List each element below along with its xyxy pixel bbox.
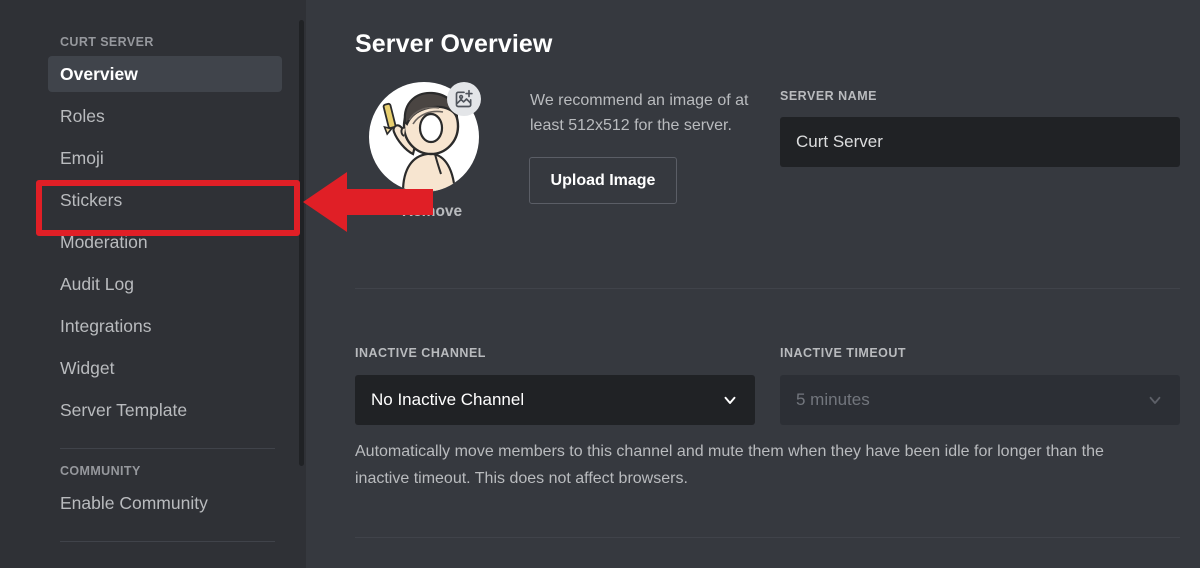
inactive-helper-text: Automatically move members to this chann… bbox=[355, 443, 1104, 487]
add-image-glyph bbox=[455, 89, 473, 108]
sidebar-item-emoji[interactable]: Emoji bbox=[48, 140, 282, 176]
server-name-input[interactable] bbox=[780, 117, 1180, 167]
sidebar-item-label: Integrations bbox=[60, 316, 152, 336]
sidebar-item-widget[interactable]: Widget bbox=[48, 350, 282, 386]
sidebar-section-header-community: COMMUNITY bbox=[60, 464, 141, 478]
sidebar-item-label: Overview bbox=[60, 64, 138, 84]
sidebar-item-enable-community[interactable]: Enable Community bbox=[48, 485, 282, 521]
sidebar-item-label: Server Template bbox=[60, 400, 188, 420]
inactive-timeout-select: 5 minutes bbox=[780, 375, 1180, 425]
sidebar-scrollbar[interactable] bbox=[299, 20, 304, 466]
sidebar-item-label: Widget bbox=[60, 358, 115, 378]
sidebar-item-label: Stickers bbox=[60, 190, 123, 210]
sidebar-item-overview[interactable]: Overview bbox=[48, 56, 282, 92]
inactive-channel-label: INACTIVE CHANNEL bbox=[355, 346, 486, 360]
server-icon-block: Remove bbox=[355, 82, 495, 221]
chevron-down-icon bbox=[1146, 391, 1164, 409]
sidebar-item-label: Emoji bbox=[60, 148, 104, 168]
server-icon-wrap[interactable] bbox=[369, 82, 481, 192]
page-title: Server Overview bbox=[355, 30, 553, 58]
server-name-label: SERVER NAME bbox=[780, 89, 877, 103]
remove-icon-link[interactable]: Remove bbox=[369, 203, 495, 221]
settings-main-panel: Server Overview Remove We recommend an i… bbox=[306, 0, 1200, 568]
section-divider-bottom bbox=[355, 537, 1180, 538]
sidebar-item-label: Roles bbox=[60, 106, 105, 126]
sidebar-item-server-template[interactable]: Server Template bbox=[48, 392, 282, 428]
add-image-icon[interactable] bbox=[447, 82, 481, 116]
sidebar-divider-bottom bbox=[60, 541, 275, 542]
upload-image-button[interactable]: Upload Image bbox=[529, 157, 677, 204]
inactive-timeout-value: 5 minutes bbox=[796, 390, 870, 409]
settings-sidebar: CURT SERVER Overview Roles Emoji Sticker… bbox=[0, 0, 306, 568]
inactive-channel-value: No Inactive Channel bbox=[371, 390, 525, 409]
sidebar-item-label: Enable Community bbox=[60, 493, 208, 513]
sidebar-item-stickers[interactable]: Stickers bbox=[48, 182, 282, 218]
section-divider-top bbox=[355, 288, 1180, 289]
sidebar-item-roles[interactable]: Roles bbox=[48, 98, 282, 134]
sidebar-item-label: Audit Log bbox=[60, 274, 134, 294]
sidebar-item-moderation[interactable]: Moderation bbox=[48, 224, 282, 260]
sidebar-section-header-server: CURT SERVER bbox=[60, 35, 154, 49]
sidebar-item-label: Moderation bbox=[60, 232, 148, 252]
inactive-timeout-label: INACTIVE TIMEOUT bbox=[780, 346, 907, 360]
discord-server-settings: CURT SERVER Overview Roles Emoji Sticker… bbox=[0, 0, 1200, 568]
icon-recommendation-text: We recommend an image of at least 512x51… bbox=[530, 92, 749, 134]
inactive-channel-select[interactable]: No Inactive Channel bbox=[355, 375, 755, 425]
chevron-down-icon bbox=[721, 391, 739, 409]
sidebar-nav-list: CURT SERVER Overview Roles Emoji Sticker… bbox=[0, 0, 300, 542]
sidebar-item-integrations[interactable]: Integrations bbox=[48, 308, 282, 344]
sidebar-item-audit-log[interactable]: Audit Log bbox=[48, 266, 282, 302]
